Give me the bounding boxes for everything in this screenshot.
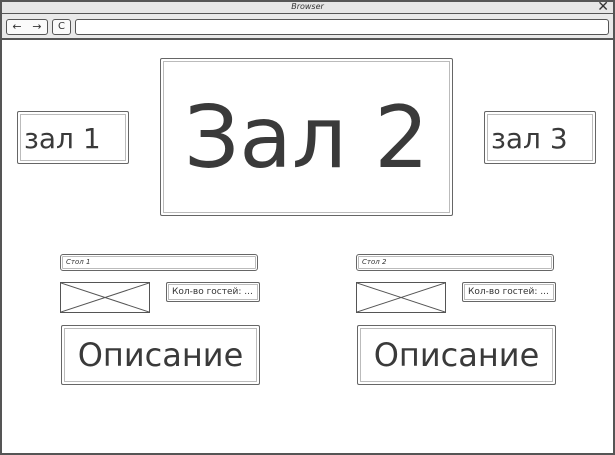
hall-2-button[interactable]: Зал 2 (160, 58, 453, 216)
table-2-image-placeholder (356, 282, 446, 313)
nav-buttons: ← → (6, 19, 48, 35)
address-bar[interactable] (75, 19, 609, 35)
browser-toolbar: ← → C (0, 14, 615, 40)
reload-icon[interactable]: C (52, 19, 71, 35)
table-2-description-button[interactable]: Описание (357, 325, 556, 385)
hall-3-button[interactable]: зал 3 (484, 111, 596, 164)
table-1-description-button[interactable]: Описание (61, 325, 260, 385)
table-1-name-field[interactable]: Стол 1 (60, 254, 258, 271)
hall-1-button[interactable]: зал 1 (17, 111, 129, 164)
window-title-bar: Browser ✕ (0, 0, 615, 14)
table-1-guests-field[interactable]: Кол-во гостей: ... (166, 282, 260, 302)
table-2-name-field[interactable]: Стол 2 (356, 254, 554, 271)
back-icon[interactable]: ← (12, 20, 21, 34)
window-title: Browser (291, 2, 324, 11)
table-2-guests-field[interactable]: Кол-во гостей: ... (462, 282, 556, 302)
table-1-image-placeholder (60, 282, 150, 313)
forward-icon[interactable]: → (32, 20, 41, 34)
close-icon[interactable]: ✕ (597, 0, 609, 14)
